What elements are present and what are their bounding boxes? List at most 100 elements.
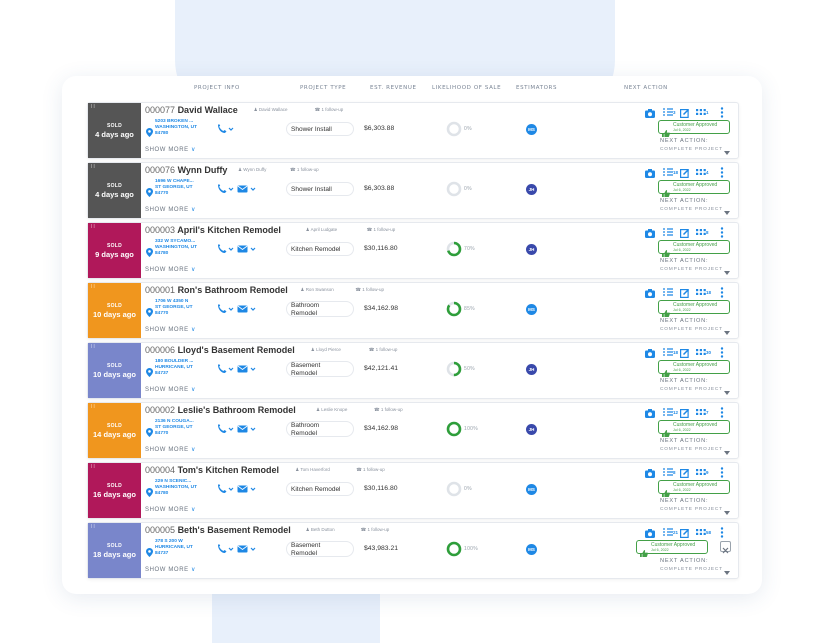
email-dropdown[interactable]: [237, 301, 257, 319]
email-dropdown[interactable]: [237, 481, 257, 499]
caret-down-icon[interactable]: [724, 262, 730, 280]
project-type-field[interactable]: Kitchen Remodel: [286, 482, 354, 496]
estimator-avatar[interactable]: MS: [526, 484, 537, 495]
show-more-button[interactable]: SHOW MORE ∨: [145, 326, 196, 333]
follow-up[interactable]: ☎ 1 follow-up: [361, 527, 390, 533]
show-more-button[interactable]: SHOW MORE ∨: [145, 146, 196, 153]
caret-down-icon[interactable]: [724, 322, 730, 340]
project-type-field[interactable]: Bathroom Remodel: [286, 301, 354, 317]
follow-up[interactable]: ☎ 1 follow-up: [356, 467, 385, 473]
project-address[interactable]: 229 N SCENIC... WASHINGTON, UT 84780: [155, 479, 197, 497]
drag-handle-icon[interactable]: ∷: [91, 284, 95, 290]
caret-down-icon[interactable]: [724, 382, 730, 400]
email-dropdown[interactable]: [237, 241, 257, 259]
email-dropdown[interactable]: [237, 361, 257, 379]
drag-handle-icon[interactable]: ∷: [91, 404, 95, 410]
email-dropdown[interactable]: [237, 181, 257, 199]
phone-dropdown[interactable]: [216, 181, 234, 199]
phone-dropdown[interactable]: [216, 421, 234, 439]
project-type-field[interactable]: Bathroom Remodel: [286, 421, 354, 437]
project-title[interactable]: 000002 Leslie's Bathroom Remodel: [145, 405, 296, 415]
customer-approved-badge[interactable]: Customer Approved Jul 6, 2022: [658, 300, 730, 317]
project-type-field[interactable]: Shower Install: [286, 182, 354, 196]
estimator-avatar[interactable]: JH: [526, 424, 537, 435]
follow-up[interactable]: ☎ 1 follow-up: [369, 347, 398, 353]
show-more-button[interactable]: SHOW MORE ∨: [145, 266, 196, 273]
project-address[interactable]: 1696 W CHAPE... ST GEORGE, UT 84770: [155, 179, 194, 197]
project-type-field[interactable]: Shower Install: [286, 122, 354, 136]
customer-approved-badge[interactable]: Customer Approved Jul 6, 2022: [636, 540, 708, 557]
customer-approved-badge[interactable]: Customer Approved Jul 6, 2022: [658, 120, 730, 137]
contact-name[interactable]: ♟ April Ludgate: [306, 227, 338, 233]
project-row[interactable]: ∷ SOLD 14 days ago 000002 Leslie's Bathroom…: [87, 402, 739, 459]
customer-approved-badge[interactable]: Customer Approved Jul 6, 2022: [658, 240, 730, 257]
contact-name[interactable]: ♟ David Wallace: [254, 107, 288, 113]
estimator-avatar[interactable]: JH: [526, 364, 537, 375]
drag-handle-icon[interactable]: ∷: [91, 104, 95, 110]
drag-handle-icon[interactable]: ∷: [91, 524, 95, 530]
caret-down-icon[interactable]: [724, 502, 730, 520]
caret-down-icon[interactable]: [724, 442, 730, 460]
camera-icon[interactable]: [645, 405, 655, 423]
estimator-avatar[interactable]: MS: [526, 124, 537, 135]
project-row[interactable]: ∷ SOLD 10 days ago 000001 Ron's Bathroom Re…: [87, 282, 739, 339]
follow-up[interactable]: ☎ 1 follow-up: [374, 407, 403, 413]
show-more-button[interactable]: SHOW MORE ∨: [145, 386, 196, 393]
project-address[interactable]: 378 S 200 W HURRICANE, UT 84737: [155, 539, 193, 557]
email-dropdown[interactable]: [237, 541, 257, 559]
phone-dropdown[interactable]: [216, 121, 234, 139]
contact-name[interactable]: ♟ Beth Dutton: [306, 527, 335, 533]
caret-down-icon[interactable]: [724, 202, 730, 220]
camera-icon[interactable]: [645, 285, 655, 303]
project-title[interactable]: 000004 Tom's Kitchen Remodel: [145, 465, 279, 475]
show-more-button[interactable]: SHOW MORE ∨: [145, 206, 196, 213]
project-row[interactable]: ∷ SOLD 10 days ago 000006 Lloyd's Basement …: [87, 342, 739, 399]
caret-down-icon[interactable]: [724, 562, 730, 580]
project-address[interactable]: 5203 BROKEN ... WASHINGTON, UT 84780: [155, 119, 197, 137]
phone-dropdown[interactable]: [216, 241, 234, 259]
email-dropdown[interactable]: [237, 421, 257, 439]
project-row[interactable]: ∷ SOLD 4 days ago 000076 Wynn Duffy ♟ Wynn D…: [87, 162, 739, 219]
customer-approved-badge[interactable]: Customer Approved Jul 6, 2022: [658, 420, 730, 437]
project-type-field[interactable]: Basement Remodel: [286, 361, 354, 377]
contact-name[interactable]: ♟ Leslie Knope: [316, 407, 347, 413]
phone-dropdown[interactable]: [216, 301, 234, 319]
project-title[interactable]: 000005 Beth's Basement Remodel: [145, 525, 291, 535]
project-title[interactable]: 000003 April's Kitchen Remodel: [145, 225, 281, 235]
drag-handle-icon[interactable]: ∷: [91, 344, 95, 350]
phone-dropdown[interactable]: [216, 361, 234, 379]
caret-down-icon[interactable]: [724, 142, 730, 160]
project-row[interactable]: ∷ SOLD 18 days ago 000005 Beth's Basement R…: [87, 522, 739, 579]
estimator-avatar[interactable]: MS: [526, 304, 537, 315]
follow-up[interactable]: ☎ 1 follow-up: [355, 287, 384, 293]
camera-icon[interactable]: [645, 165, 655, 183]
follow-up[interactable]: ☎ 1 follow-up: [367, 227, 396, 233]
project-address[interactable]: 180 BOULDER ... HURRICANE, UT 84737: [155, 359, 193, 377]
drag-handle-icon[interactable]: ∷: [91, 464, 95, 470]
project-address[interactable]: 2136 N COUGA... ST GEORGE, UT 84770: [155, 419, 194, 437]
drag-handle-icon[interactable]: ∷: [91, 224, 95, 230]
customer-approved-badge[interactable]: Customer Approved Jul 6, 2022: [658, 180, 730, 197]
project-row[interactable]: ∷ SOLD 16 days ago 000004 Tom's Kitchen Rem…: [87, 462, 739, 519]
customer-approved-badge[interactable]: Customer Approved Jul 6, 2022: [658, 480, 730, 497]
project-row[interactable]: ∷ SOLD 9 days ago 000003 April's Kitchen Re…: [87, 222, 739, 279]
project-title[interactable]: 000001 Ron's Bathroom Remodel: [145, 285, 288, 295]
customer-approved-badge[interactable]: Customer Approved Jul 6, 2022: [658, 360, 730, 377]
show-more-button[interactable]: SHOW MORE ∨: [145, 566, 196, 573]
follow-up[interactable]: ☎ 1 follow-up: [290, 167, 319, 173]
contact-name[interactable]: ♟ Lloyd Pierce: [311, 347, 341, 353]
project-address[interactable]: 1706 W 4350 N ST GEORGE, UT 84770: [155, 299, 193, 317]
project-row[interactable]: ∷ SOLD 4 days ago 000077 David Wallace ♟ Dav…: [87, 102, 739, 159]
follow-up[interactable]: ☎ 1 follow-up: [315, 107, 344, 113]
camera-icon[interactable]: [645, 105, 655, 123]
project-address[interactable]: 332 W SYCAMO... WASHINGTON, UT 84780: [155, 239, 197, 257]
contact-name[interactable]: ♟ Ron Swanson: [300, 287, 333, 293]
phone-dropdown[interactable]: [216, 481, 234, 499]
project-title[interactable]: 000006 Lloyd's Basement Remodel: [145, 345, 295, 355]
estimator-avatar[interactable]: JH: [526, 184, 537, 195]
show-more-button[interactable]: SHOW MORE ∨: [145, 506, 196, 513]
project-title[interactable]: 000076 Wynn Duffy: [145, 165, 227, 175]
drag-handle-icon[interactable]: ∷: [91, 164, 95, 170]
camera-icon[interactable]: [645, 465, 655, 483]
contact-name[interactable]: ♟ Wynn Duffy: [238, 167, 266, 173]
